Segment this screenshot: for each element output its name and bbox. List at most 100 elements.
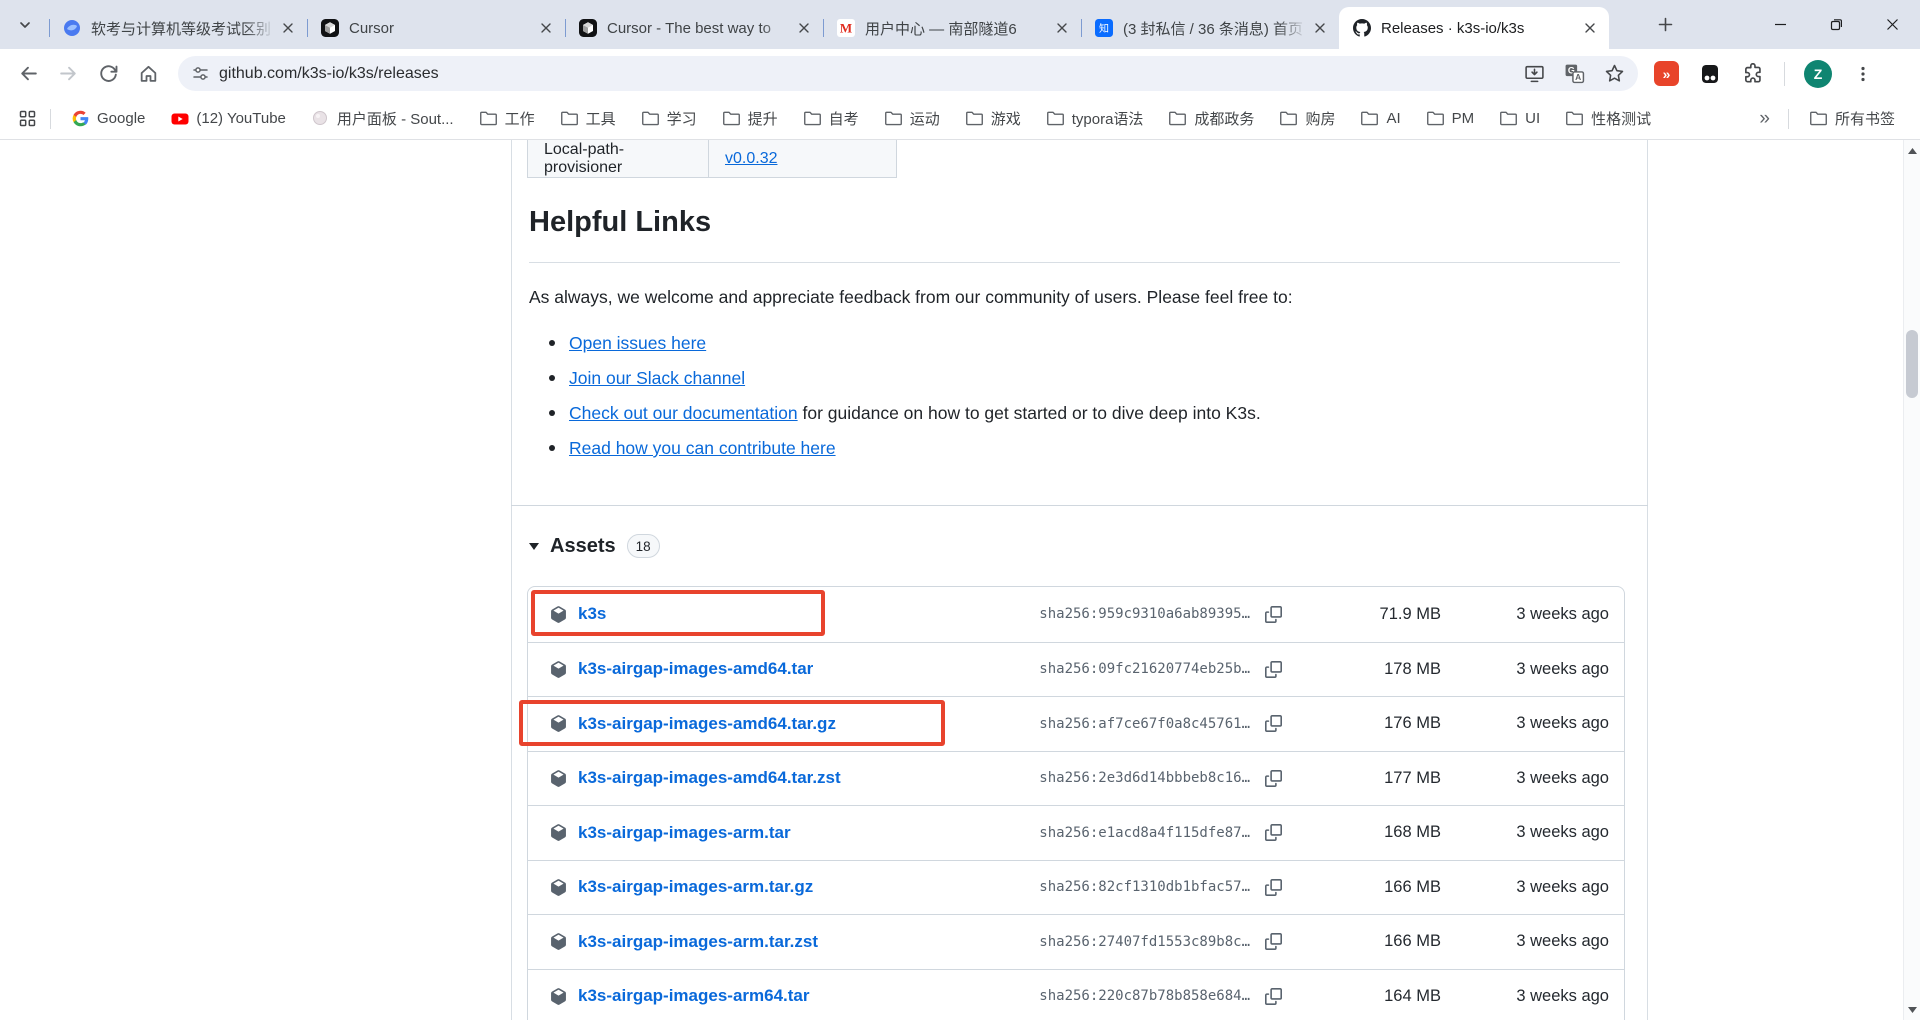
tab-close-button[interactable] (279, 19, 297, 37)
asset-row: k3s-airgap-images-arm.tar sha256:e1acd8a… (528, 805, 1624, 860)
browser-tab[interactable]: 软考与计算机等级考试区别 (49, 7, 307, 49)
helpful-link[interactable]: Open issues here (569, 333, 706, 354)
assets-header[interactable]: Assets 18 (529, 534, 660, 558)
apps-grid-icon (19, 110, 35, 127)
copy-sha-button[interactable] (1261, 820, 1286, 845)
asset-size: 164 MB (1384, 986, 1441, 1005)
tab-close-button[interactable] (1311, 19, 1329, 37)
bookmark-item[interactable]: AI (1348, 106, 1413, 131)
restore-button[interactable] (1808, 0, 1864, 49)
all-bookmarks-button[interactable]: 所有书签 (1797, 104, 1908, 133)
asset-link[interactable]: k3s-airgap-images-arm64.tar (578, 986, 810, 1006)
browser-tab[interactable]: Cursor (307, 7, 565, 49)
assets-count-badge: 18 (626, 534, 660, 558)
bookmark-item[interactable]: 性格测试 (1553, 104, 1664, 133)
page-scrollbar[interactable] (1903, 140, 1920, 1020)
tab-search-button[interactable] (10, 10, 40, 40)
bookmark-item[interactable]: 运动 (872, 104, 953, 133)
caret-down-icon (529, 542, 539, 550)
bookmark-item[interactable]: 工作 (467, 104, 548, 133)
bookmark-item[interactable]: typora语法 (1034, 104, 1157, 133)
bookmark-item[interactable]: 成都政务 (1156, 104, 1267, 133)
forward-button[interactable] (48, 54, 88, 94)
copy-sha-button[interactable] (1261, 657, 1286, 682)
asset-size: 166 MB (1384, 877, 1441, 896)
version-link[interactable]: v0.0.32 (725, 150, 777, 168)
close-window-button[interactable] (1864, 0, 1920, 49)
tab-close-button[interactable] (1581, 19, 1599, 37)
helpful-link[interactable]: Join our Slack channel (569, 368, 745, 389)
bookmark-item[interactable]: Google (59, 106, 158, 131)
bookmark-item[interactable]: (12) YouTube (158, 106, 299, 131)
pearl-icon (312, 110, 329, 127)
profile-avatar[interactable]: Z (1804, 59, 1832, 88)
asset-row: k3s-airgap-images-arm64.tar sha256:220c8… (528, 968, 1624, 1020)
scroll-up-button[interactable] (1904, 142, 1920, 159)
browser-tab[interactable]: M 用户中心 — 南部隧道6 (823, 7, 1081, 49)
asset-age: 3 weeks ago (1516, 768, 1609, 787)
package-icon (550, 715, 567, 733)
tab-close-button[interactable] (795, 19, 813, 37)
copy-sha-button[interactable] (1261, 929, 1286, 954)
bookmarks-divider (50, 108, 51, 129)
bookmark-item[interactable]: UI (1487, 106, 1553, 131)
home-button[interactable] (128, 54, 168, 94)
asset-size: 166 MB (1384, 932, 1441, 951)
bookmark-item[interactable]: 工具 (548, 104, 629, 133)
bookmark-item[interactable]: 游戏 (953, 104, 1034, 133)
window-controls (1752, 0, 1920, 49)
copy-sha-button[interactable] (1261, 602, 1286, 627)
bookmark-item[interactable]: 提升 (710, 104, 791, 133)
copy-sha-button[interactable] (1261, 875, 1286, 900)
tab-close-button[interactable] (537, 19, 555, 37)
bookmarks-overflow-button[interactable]: » (1749, 108, 1780, 130)
browser-tab[interactable]: 知 (3 封私信 / 36 条消息) 首页 (1081, 7, 1339, 49)
extensions-puzzle-button[interactable] (1741, 62, 1765, 86)
copy-sha-button[interactable] (1261, 766, 1286, 791)
dark-extension-icon[interactable] (1698, 62, 1722, 86)
browser-menu-button[interactable] (1851, 62, 1875, 86)
url-text[interactable]: github.com/k3s-io/k3s/releases (219, 65, 439, 83)
bookmark-item[interactable]: 用户面板 - Sout... (299, 104, 467, 133)
reload-button[interactable] (88, 54, 128, 94)
asset-link[interactable]: k3s-airgap-images-amd64.tar.zst (578, 768, 841, 788)
browser-tab[interactable]: Releases · k3s-io/k3s (1339, 7, 1609, 49)
tab-title: Releases · k3s-io/k3s (1381, 19, 1525, 37)
helpful-links-heading: Helpful Links (529, 206, 712, 238)
tab-close-button[interactable] (1053, 19, 1071, 37)
blue-swirl-icon (63, 19, 81, 37)
address-bar[interactable]: github.com/k3s-io/k3s/releases GA (178, 56, 1638, 91)
scrollbar-thumb[interactable] (1906, 330, 1918, 398)
asset-link[interactable]: k3s-airgap-images-arm.tar (578, 823, 791, 843)
bookmark-item[interactable]: 学习 (629, 104, 710, 133)
back-button[interactable] (8, 54, 48, 94)
translate-button[interactable]: GA (1562, 62, 1586, 86)
new-tab-button[interactable] (1652, 11, 1679, 38)
asset-link[interactable]: k3s (578, 604, 606, 624)
bookmark-item[interactable]: 自考 (791, 104, 872, 133)
close-icon (1315, 23, 1325, 33)
browser-tab[interactable]: Cursor - The best way to (565, 7, 823, 49)
asset-link[interactable]: k3s-airgap-images-amd64.tar (578, 659, 813, 679)
bookmark-star-button[interactable] (1602, 62, 1626, 86)
close-icon (1886, 19, 1898, 30)
helpful-links-list: Open issues here Join our Slack channel … (549, 326, 1261, 466)
helpful-link[interactable]: Read how you can contribute here (569, 438, 836, 459)
apps-grid-button[interactable] (12, 104, 42, 134)
bookmarks-divider (1787, 108, 1789, 129)
bookmark-item[interactable]: PM (1414, 106, 1488, 131)
bookmark-item[interactable]: 购房 (1267, 104, 1348, 133)
red-extension-icon[interactable]: » (1654, 61, 1679, 86)
copy-sha-button[interactable] (1261, 711, 1286, 736)
asset-link[interactable]: k3s-airgap-images-arm.tar.gz (578, 877, 813, 897)
install-app-button[interactable] (1522, 62, 1546, 86)
close-icon (799, 23, 809, 33)
copy-sha-button[interactable] (1261, 984, 1286, 1009)
asset-link[interactable]: k3s-airgap-images-amd64.tar.gz (578, 714, 836, 734)
scroll-down-button[interactable] (1904, 1001, 1920, 1018)
close-icon (541, 23, 551, 33)
minimize-button[interactable] (1752, 0, 1808, 49)
asset-link[interactable]: k3s-airgap-images-arm.tar.zst (578, 932, 818, 952)
plus-icon (1658, 17, 1673, 32)
helpful-link[interactable]: Check out our documentation (569, 403, 798, 424)
